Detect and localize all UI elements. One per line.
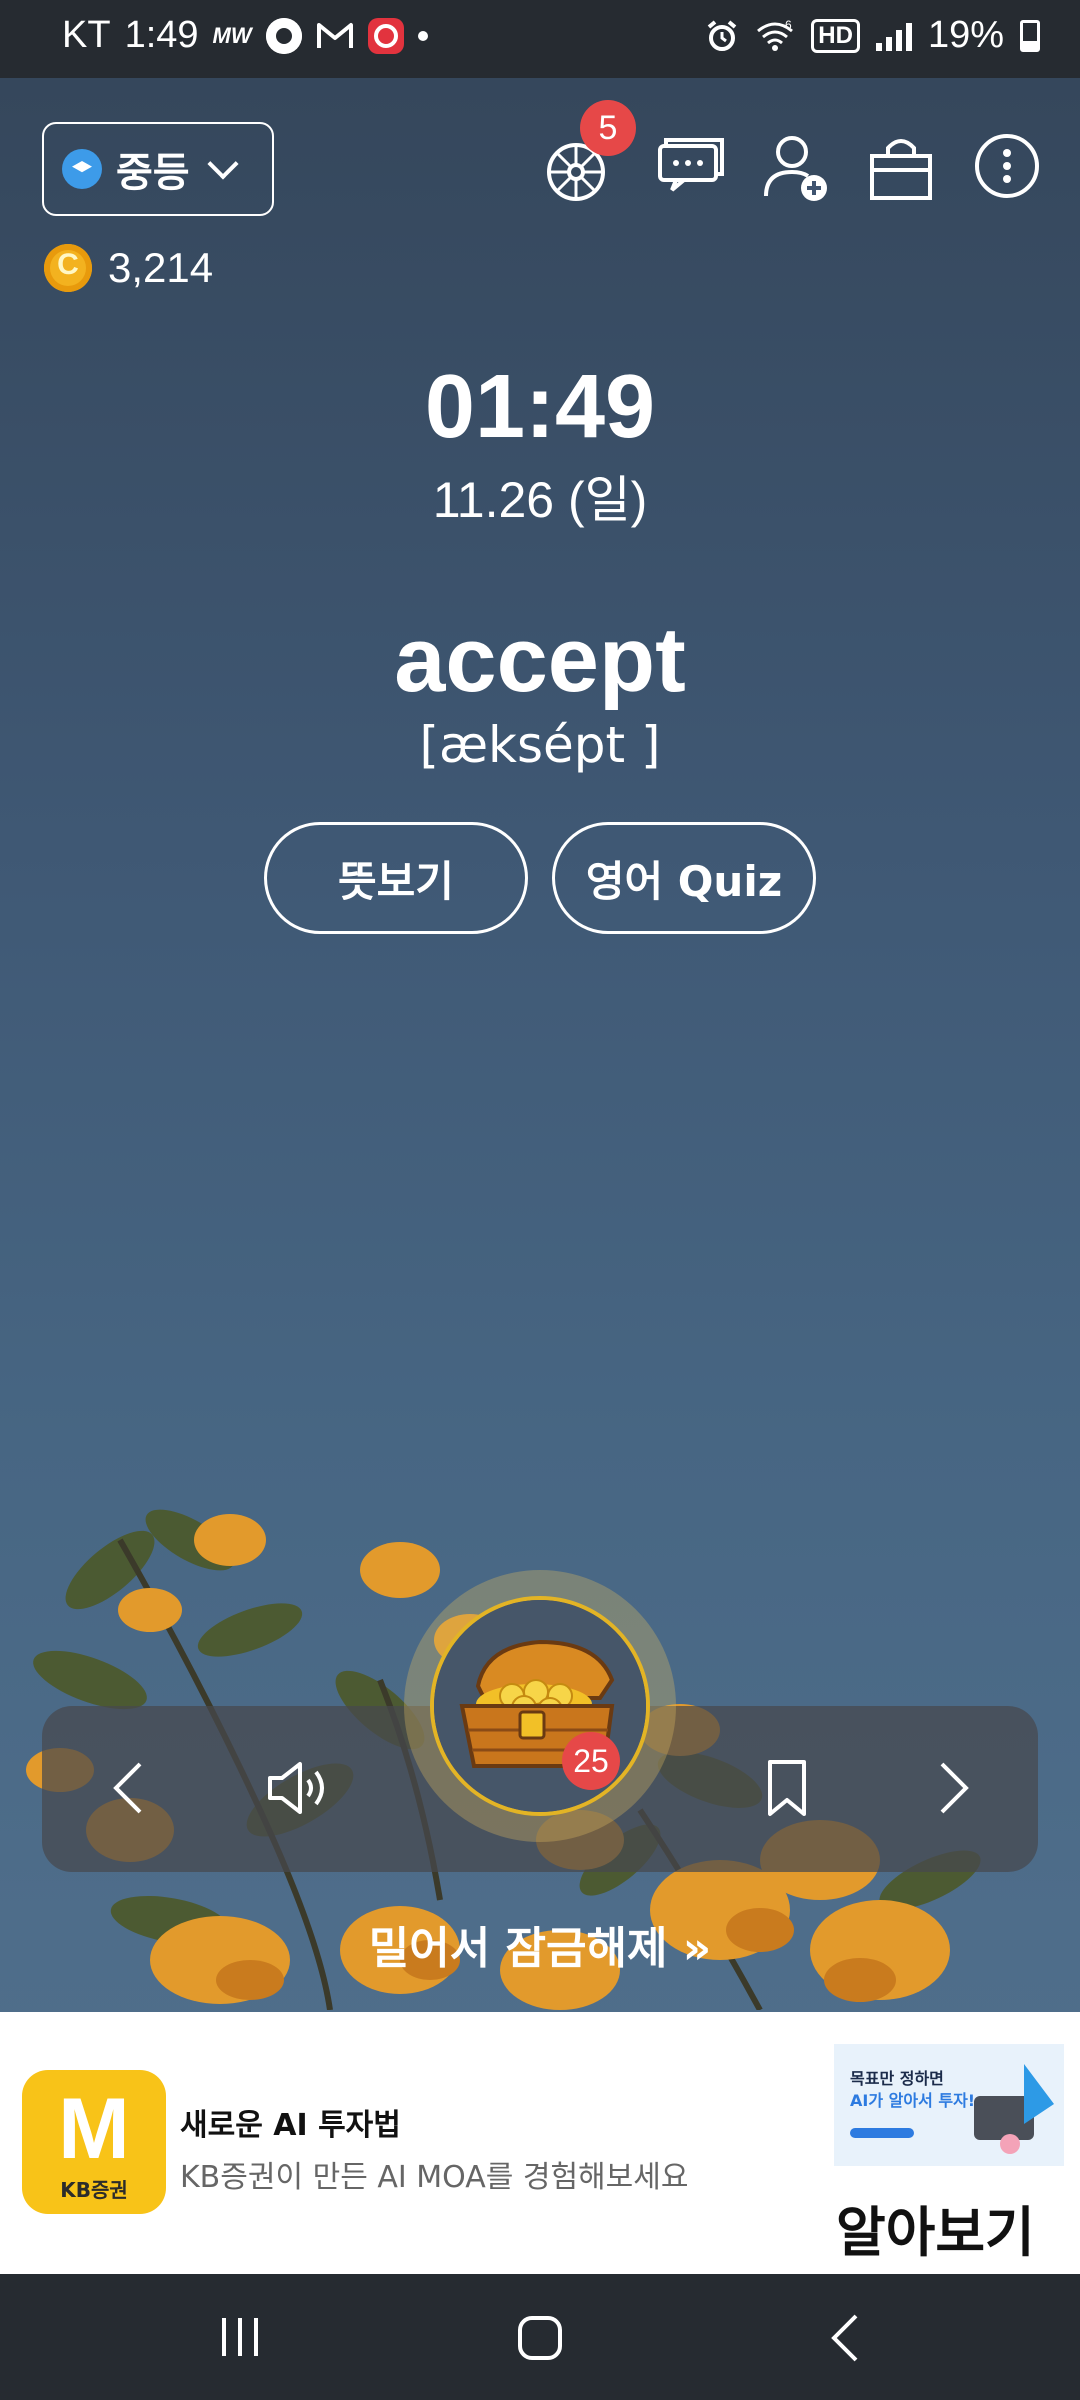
chat-icon[interactable]	[646, 126, 732, 212]
learn-more-button[interactable]: 알아보기	[836, 2188, 1035, 2267]
ad-subtitle: KB증권이 만든 AI MOA를 경험해보세요	[180, 2160, 689, 2195]
shopping-bag-icon[interactable]	[858, 126, 944, 212]
next-arrow-icon[interactable]	[922, 1756, 982, 1820]
grade-label: 중등	[116, 150, 190, 196]
back-icon[interactable]	[822, 2310, 872, 2366]
clock: 01:49	[424, 357, 656, 457]
ad-thumbnail-image: 목표만 정하면 AI가 알아서 투자!	[834, 2044, 1064, 2166]
alarm-icon	[707, 19, 737, 51]
battery-icon	[1020, 19, 1040, 52]
svg-text:AI가 알아서 투자!: AI가 알아서 투자!	[850, 2091, 975, 2110]
coin-amount: 3,214	[108, 244, 214, 291]
status-bar: KT 1:49 MW 6 HD 19%	[0, 0, 1080, 78]
kb-securities-logo: M KB증권	[22, 2070, 166, 2214]
chevron-down-icon	[207, 148, 239, 180]
bookmark-icon[interactable]	[762, 1756, 812, 1820]
logo-letter: M	[58, 2081, 130, 2177]
speaker-icon[interactable]	[262, 1756, 332, 1820]
status-left: KT 1:49 MW	[62, 14, 428, 57]
ad-thumbnail-graphic: 목표만 정하면 AI가 알아서 투자!	[834, 2044, 1064, 2166]
more-notifications-dot	[417, 30, 428, 41]
english-quiz-button[interactable]: 영어 Quiz	[552, 822, 816, 934]
svg-text:6: 6	[785, 19, 792, 32]
notification-badge: 5	[580, 100, 636, 156]
logo-brand: KB증권	[60, 2178, 128, 2202]
svg-text:목표만 정하면: 목표만 정하면	[850, 2069, 944, 2088]
vocabulary-word: accept	[394, 609, 686, 711]
wifi-icon: 6	[757, 19, 794, 51]
graduation-cap-icon	[62, 149, 102, 189]
settings-icon	[265, 17, 302, 54]
system-navigation-bar	[0, 2274, 1080, 2400]
more-options-icon[interactable]	[970, 126, 1056, 212]
ad-title: 새로운 AI 투자법	[180, 2108, 401, 2143]
chest-count-badge: 25	[562, 1732, 620, 1790]
status-right: 6 HD 19%	[705, 14, 1040, 57]
recent-apps-icon[interactable]	[210, 2312, 270, 2362]
show-meaning-button[interactable]: 뜻보기	[264, 822, 528, 934]
treasure-chest-icon	[434, 1600, 646, 1812]
home-icon[interactable]	[512, 2310, 568, 2366]
weather-icon: MW	[212, 22, 252, 48]
treasure-chest-button[interactable]	[430, 1596, 650, 1816]
coin-icon	[44, 244, 92, 292]
carrier-label: KT	[62, 14, 111, 56]
app-notification-icon	[367, 17, 404, 54]
hd-icon: HD	[811, 18, 860, 53]
ad-banner[interactable]: M KB증권 새로운 AI 투자법 KB증권이 만든 AI MOA를 경험해보세…	[0, 2012, 1080, 2274]
gmail-icon	[316, 22, 353, 48]
coin-balance: 3,214	[44, 244, 213, 292]
grade-dropdown[interactable]: 중등	[42, 122, 274, 216]
add-friend-icon[interactable]	[754, 126, 840, 212]
slide-to-unlock-hint[interactable]: 밀어서 잠금해제 »	[0, 1912, 1080, 1976]
pronunciation: [æksépt ]	[419, 716, 661, 774]
signal-icon	[875, 21, 912, 51]
lock-screen: KT 1:49 MW 6 HD 19% 중등 5 C 3,214 01:49 1…	[0, 0, 1080, 2400]
status-time: 1:49	[124, 14, 199, 56]
previous-arrow-icon[interactable]	[100, 1756, 160, 1820]
date: 11.26 (일)	[432, 472, 648, 528]
battery-percent: 19%	[927, 14, 1004, 56]
